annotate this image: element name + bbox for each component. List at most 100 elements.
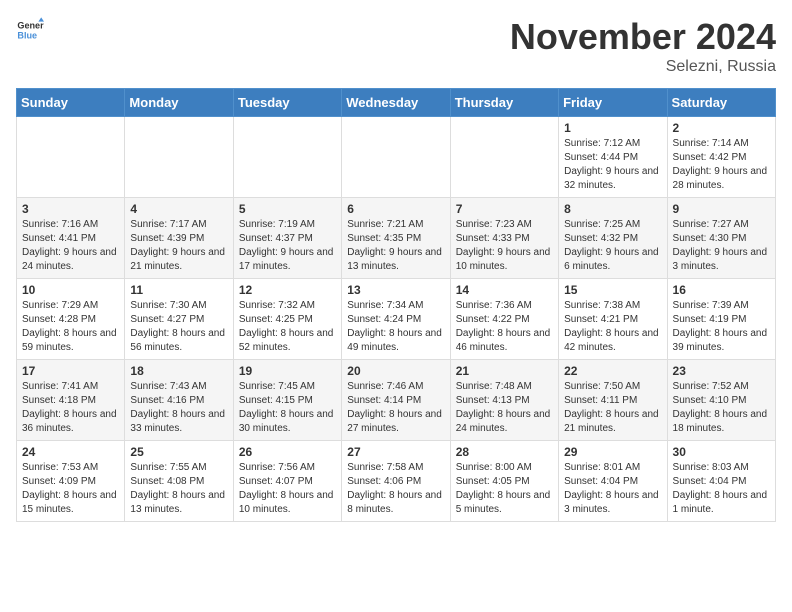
day-number: 8 bbox=[564, 202, 661, 216]
day-number: 14 bbox=[456, 283, 553, 297]
day-info: Sunrise: 8:01 AM Sunset: 4:04 PM Dayligh… bbox=[564, 461, 661, 517]
table-row: 10 Sunrise: 7:29 AM Sunset: 4:28 PM Dayli… bbox=[17, 279, 125, 360]
table-row: 5 Sunrise: 7:19 AM Sunset: 4:37 PM Daylig… bbox=[233, 198, 341, 279]
day-info: Sunrise: 7:34 AM Sunset: 4:24 PM Dayligh… bbox=[347, 299, 444, 355]
day-info: Sunrise: 7:48 AM Sunset: 4:13 PM Dayligh… bbox=[456, 380, 553, 436]
table-row: 6 Sunrise: 7:21 AM Sunset: 4:35 PM Daylig… bbox=[342, 198, 450, 279]
day-number: 27 bbox=[347, 445, 444, 459]
day-number: 12 bbox=[239, 283, 336, 297]
day-info: Sunrise: 7:58 AM Sunset: 4:06 PM Dayligh… bbox=[347, 461, 444, 517]
col-monday: Monday bbox=[125, 89, 233, 117]
table-row: 16 Sunrise: 7:39 AM Sunset: 4:19 PM Dayli… bbox=[667, 279, 775, 360]
day-info: Sunrise: 7:30 AM Sunset: 4:27 PM Dayligh… bbox=[130, 299, 227, 355]
page-header: General Blue November 2024 Selezni, Russ… bbox=[16, 16, 776, 76]
table-row bbox=[233, 117, 341, 198]
day-info: Sunrise: 7:16 AM Sunset: 4:41 PM Dayligh… bbox=[22, 218, 119, 274]
day-info: Sunrise: 7:19 AM Sunset: 4:37 PM Dayligh… bbox=[239, 218, 336, 274]
logo: General Blue bbox=[16, 16, 44, 44]
table-row bbox=[342, 117, 450, 198]
calendar-week-row: 17 Sunrise: 7:41 AM Sunset: 4:18 PM Dayli… bbox=[17, 360, 776, 441]
table-row: 14 Sunrise: 7:36 AM Sunset: 4:22 PM Dayli… bbox=[450, 279, 558, 360]
day-info: Sunrise: 7:39 AM Sunset: 4:19 PM Dayligh… bbox=[673, 299, 770, 355]
day-number: 18 bbox=[130, 364, 227, 378]
col-wednesday: Wednesday bbox=[342, 89, 450, 117]
day-number: 13 bbox=[347, 283, 444, 297]
col-tuesday: Tuesday bbox=[233, 89, 341, 117]
table-row: 21 Sunrise: 7:48 AM Sunset: 4:13 PM Dayli… bbox=[450, 360, 558, 441]
table-row bbox=[450, 117, 558, 198]
col-saturday: Saturday bbox=[667, 89, 775, 117]
day-info: Sunrise: 8:03 AM Sunset: 4:04 PM Dayligh… bbox=[673, 461, 770, 517]
logo-icon: General Blue bbox=[16, 16, 44, 44]
table-row: 29 Sunrise: 8:01 AM Sunset: 4:04 PM Dayli… bbox=[559, 441, 667, 522]
day-info: Sunrise: 7:45 AM Sunset: 4:15 PM Dayligh… bbox=[239, 380, 336, 436]
table-row: 18 Sunrise: 7:43 AM Sunset: 4:16 PM Dayli… bbox=[125, 360, 233, 441]
col-sunday: Sunday bbox=[17, 89, 125, 117]
day-number: 16 bbox=[673, 283, 770, 297]
day-info: Sunrise: 7:36 AM Sunset: 4:22 PM Dayligh… bbox=[456, 299, 553, 355]
calendar-table: Sunday Monday Tuesday Wednesday Thursday… bbox=[16, 88, 776, 522]
day-number: 19 bbox=[239, 364, 336, 378]
table-row: 17 Sunrise: 7:41 AM Sunset: 4:18 PM Dayli… bbox=[17, 360, 125, 441]
day-number: 20 bbox=[347, 364, 444, 378]
day-info: Sunrise: 7:27 AM Sunset: 4:30 PM Dayligh… bbox=[673, 218, 770, 274]
day-info: Sunrise: 7:21 AM Sunset: 4:35 PM Dayligh… bbox=[347, 218, 444, 274]
calendar-week-row: 24Sunrise: 7:53 AM Sunset: 4:09 PM Dayli… bbox=[17, 441, 776, 522]
day-info: Sunrise: 7:32 AM Sunset: 4:25 PM Dayligh… bbox=[239, 299, 336, 355]
table-row: 25Sunrise: 7:55 AM Sunset: 4:08 PM Dayli… bbox=[125, 441, 233, 522]
table-row: 30 Sunrise: 8:03 AM Sunset: 4:04 PM Dayli… bbox=[667, 441, 775, 522]
title-area: November 2024 Selezni, Russia bbox=[510, 16, 776, 76]
day-info: Sunrise: 7:38 AM Sunset: 4:21 PM Dayligh… bbox=[564, 299, 661, 355]
table-row: 28Sunrise: 8:00 AM Sunset: 4:05 PM Dayli… bbox=[450, 441, 558, 522]
table-row: 4Sunrise: 7:17 AM Sunset: 4:39 PM Daylig… bbox=[125, 198, 233, 279]
day-number: 3 bbox=[22, 202, 119, 216]
day-number: 21 bbox=[456, 364, 553, 378]
table-row: 12 Sunrise: 7:32 AM Sunset: 4:25 PM Dayli… bbox=[233, 279, 341, 360]
day-number: 10 bbox=[22, 283, 119, 297]
day-number: 25 bbox=[130, 445, 227, 459]
calendar-week-row: 10 Sunrise: 7:29 AM Sunset: 4:28 PM Dayli… bbox=[17, 279, 776, 360]
table-row: 22 Sunrise: 7:50 AM Sunset: 4:11 PM Dayli… bbox=[559, 360, 667, 441]
table-row: 26 Sunrise: 7:56 AM Sunset: 4:07 PM Dayli… bbox=[233, 441, 341, 522]
day-number: 26 bbox=[239, 445, 336, 459]
day-info: Sunrise: 7:14 AM Sunset: 4:42 PM Dayligh… bbox=[673, 137, 770, 193]
day-info: Sunrise: 7:50 AM Sunset: 4:11 PM Dayligh… bbox=[564, 380, 661, 436]
table-row: 24Sunrise: 7:53 AM Sunset: 4:09 PM Dayli… bbox=[17, 441, 125, 522]
month-title: November 2024 bbox=[510, 16, 776, 58]
day-number: 5 bbox=[239, 202, 336, 216]
day-info: Sunrise: 7:41 AM Sunset: 4:18 PM Dayligh… bbox=[22, 380, 119, 436]
table-row: 20 Sunrise: 7:46 AM Sunset: 4:14 PM Dayli… bbox=[342, 360, 450, 441]
day-number: 22 bbox=[564, 364, 661, 378]
table-row: 2Sunrise: 7:14 AM Sunset: 4:42 PM Daylig… bbox=[667, 117, 775, 198]
day-info: Sunrise: 7:12 AM Sunset: 4:44 PM Dayligh… bbox=[564, 137, 661, 193]
svg-text:General: General bbox=[17, 21, 44, 31]
table-row bbox=[125, 117, 233, 198]
day-info: Sunrise: 7:53 AM Sunset: 4:09 PM Dayligh… bbox=[22, 461, 119, 517]
day-info: Sunrise: 7:46 AM Sunset: 4:14 PM Dayligh… bbox=[347, 380, 444, 436]
table-row bbox=[17, 117, 125, 198]
day-number: 9 bbox=[673, 202, 770, 216]
day-number: 6 bbox=[347, 202, 444, 216]
day-number: 17 bbox=[22, 364, 119, 378]
day-info: Sunrise: 8:00 AM Sunset: 4:05 PM Dayligh… bbox=[456, 461, 553, 517]
day-info: Sunrise: 7:25 AM Sunset: 4:32 PM Dayligh… bbox=[564, 218, 661, 274]
table-row: 9 Sunrise: 7:27 AM Sunset: 4:30 PM Daylig… bbox=[667, 198, 775, 279]
day-info: Sunrise: 7:23 AM Sunset: 4:33 PM Dayligh… bbox=[456, 218, 553, 274]
day-info: Sunrise: 7:29 AM Sunset: 4:28 PM Dayligh… bbox=[22, 299, 119, 355]
day-number: 4 bbox=[130, 202, 227, 216]
table-row: 19 Sunrise: 7:45 AM Sunset: 4:15 PM Dayli… bbox=[233, 360, 341, 441]
table-row: 11Sunrise: 7:30 AM Sunset: 4:27 PM Dayli… bbox=[125, 279, 233, 360]
day-info: Sunrise: 7:56 AM Sunset: 4:07 PM Dayligh… bbox=[239, 461, 336, 517]
day-info: Sunrise: 7:52 AM Sunset: 4:10 PM Dayligh… bbox=[673, 380, 770, 436]
table-row: 15 Sunrise: 7:38 AM Sunset: 4:21 PM Dayli… bbox=[559, 279, 667, 360]
location-subtitle: Selezni, Russia bbox=[510, 58, 776, 76]
table-row: 7Sunrise: 7:23 AM Sunset: 4:33 PM Daylig… bbox=[450, 198, 558, 279]
calendar-week-row: 1Sunrise: 7:12 AM Sunset: 4:44 PM Daylig… bbox=[17, 117, 776, 198]
table-row: 8 Sunrise: 7:25 AM Sunset: 4:32 PM Daylig… bbox=[559, 198, 667, 279]
day-info: Sunrise: 7:43 AM Sunset: 4:16 PM Dayligh… bbox=[130, 380, 227, 436]
svg-text:Blue: Blue bbox=[17, 30, 37, 40]
day-number: 30 bbox=[673, 445, 770, 459]
day-number: 15 bbox=[564, 283, 661, 297]
table-row: 3 Sunrise: 7:16 AM Sunset: 4:41 PM Daylig… bbox=[17, 198, 125, 279]
day-number: 29 bbox=[564, 445, 661, 459]
